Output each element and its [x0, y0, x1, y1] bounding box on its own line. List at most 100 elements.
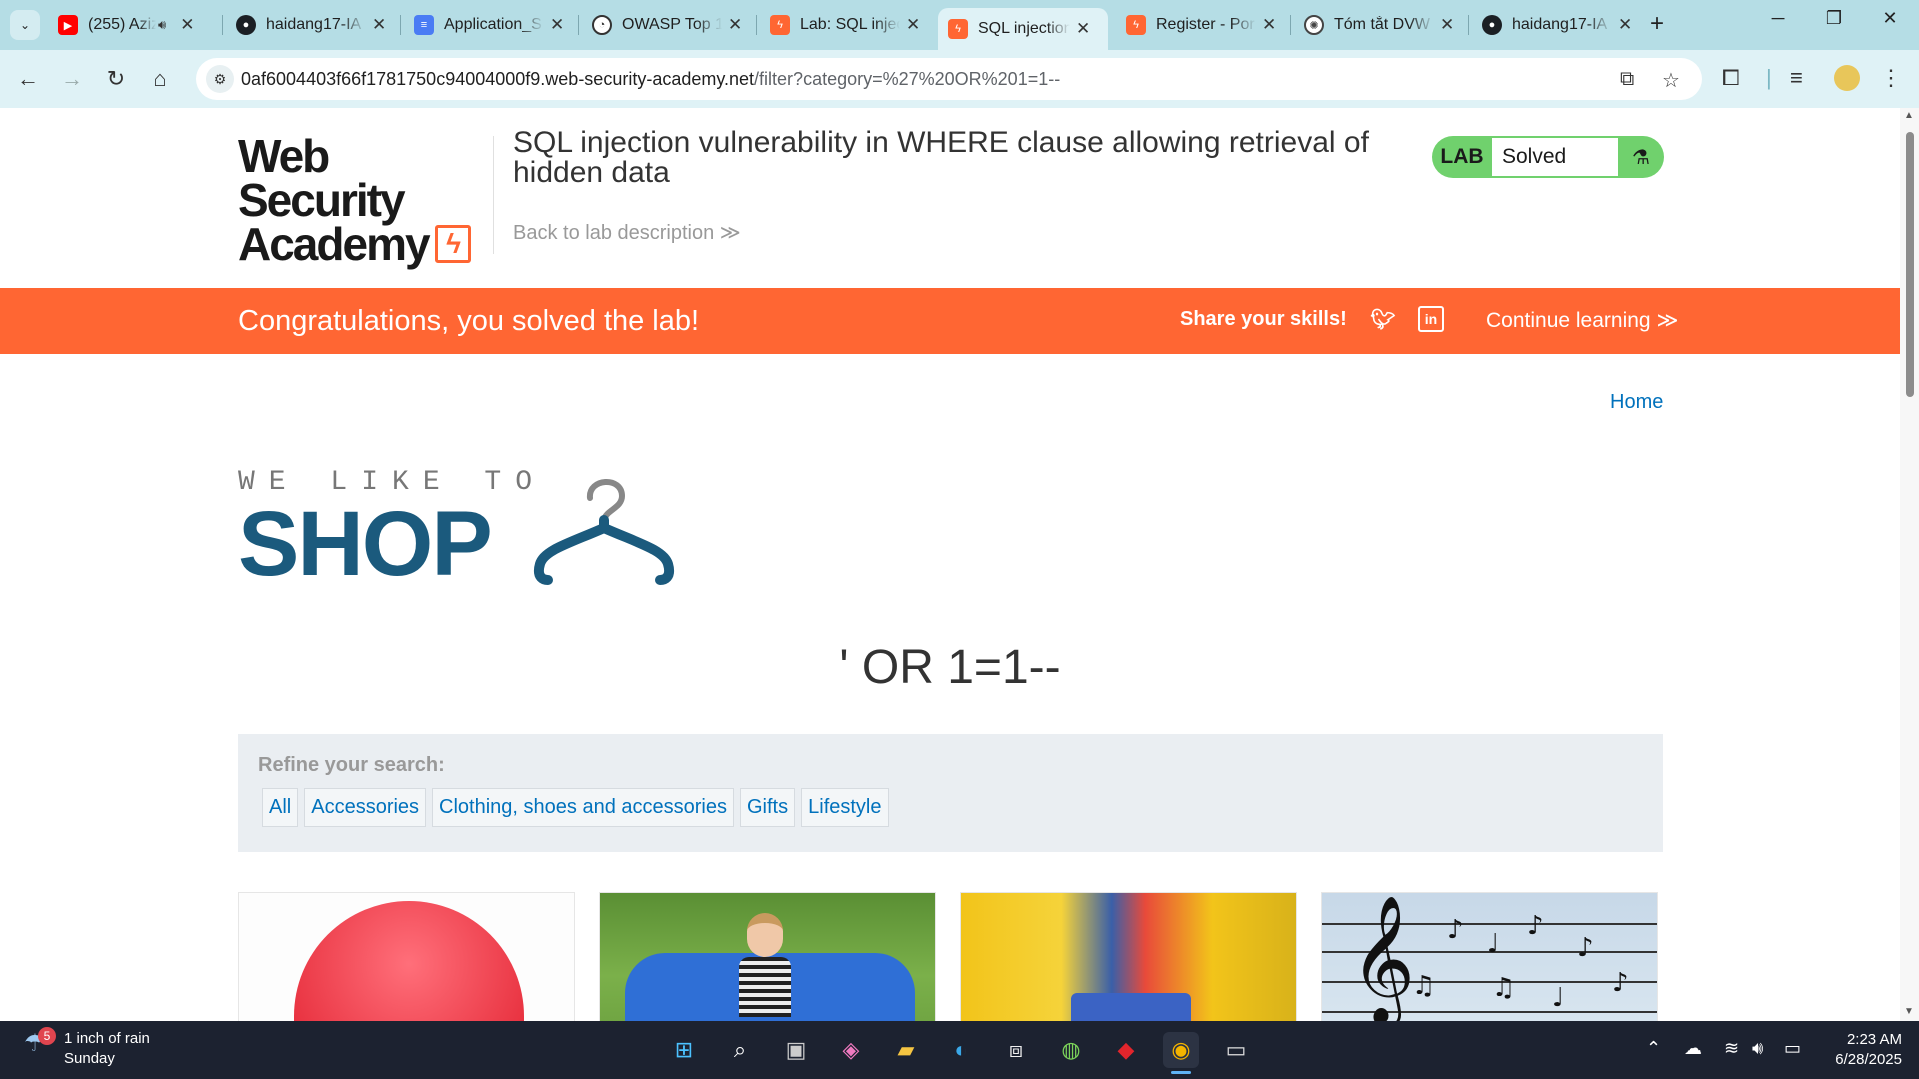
active-app-indicator — [1171, 1071, 1191, 1074]
tab-chatgpt[interactable]: ✺ Tóm tắt DVW ✕ — [1294, 7, 1464, 43]
file-explorer-icon[interactable]: ▰ — [888, 1032, 924, 1068]
chevron-up-icon[interactable]: ⌃ — [1646, 1038, 1661, 1059]
tab-separator — [1468, 15, 1469, 35]
profile-avatar[interactable] — [1834, 65, 1860, 91]
translate-icon[interactable]: ⧉ — [1620, 68, 1634, 91]
tab-close-icon[interactable]: ✕ — [906, 15, 920, 35]
tab-github-1[interactable]: ● haidang17-IA ✕ — [226, 7, 396, 43]
reload-icon[interactable]: ↻ — [100, 63, 132, 95]
web-security-academy-logo[interactable]: Web Security Academy ϟ — [238, 133, 488, 267]
tab-lab-sql[interactable]: ϟ Lab: SQL injec ✕ — [760, 7, 930, 43]
back-arrow-icon[interactable]: ← — [12, 63, 44, 95]
more-menu-icon[interactable]: ⋮ — [1880, 65, 1902, 91]
tab-separator — [400, 15, 401, 35]
url-path: /filter?category=%27%20OR%201=1-- — [754, 69, 1061, 89]
child-shirt — [739, 957, 791, 1017]
tab-label: Tóm tắt DVW — [1334, 16, 1431, 33]
tab-docs[interactable]: ≡ Application_S ✕ — [404, 7, 574, 43]
address-bar[interactable]: ⚙ 0af6004403f66f1781750c94004000f9.web-s… — [196, 58, 1702, 100]
edge-browser-icon[interactable]: ◐ — [943, 1032, 979, 1068]
system-clock[interactable]: 2:23 AM 6/28/2025 — [1822, 1030, 1902, 1070]
tab-label: haidang17-IA — [266, 16, 362, 33]
tab-search-button[interactable]: ⌄ — [10, 10, 40, 40]
tab-owasp[interactable]: ◔ OWASP Top 1 ✕ — [582, 7, 752, 43]
extensions-icon[interactable]: ⧠ — [1722, 65, 1740, 91]
tab-close-icon[interactable]: ✕ — [1440, 15, 1454, 35]
tab-label: haidang17-IA — [1512, 16, 1608, 33]
tab-close-icon[interactable]: ✕ — [372, 15, 386, 35]
product-image-umbrella[interactable] — [238, 892, 575, 1021]
microsoft-store-icon[interactable]: ⧈ — [998, 1032, 1034, 1068]
filter-gifts[interactable]: Gifts — [740, 788, 796, 827]
toolbar-divider: | — [1766, 65, 1772, 90]
search-icon[interactable]: ⌕ — [722, 1032, 758, 1068]
product-image-bouncy-castle[interactable] — [960, 892, 1297, 1021]
filter-clothing[interactable]: Clothing, shoes and accessories — [432, 788, 734, 827]
tab-close-icon[interactable]: ✕ — [550, 15, 564, 35]
new-tab-button[interactable]: + — [1650, 10, 1664, 38]
site-settings-icon[interactable]: ⚙ — [206, 65, 234, 93]
music-note-icon: ♩ — [1552, 983, 1565, 1013]
congratulations-message: Congratulations, you solved the lab! — [238, 305, 700, 337]
owasp-icon: ◔ — [592, 15, 612, 35]
logo-line-2-row: Academy ϟ — [238, 221, 488, 267]
filter-lifestyle[interactable]: Lifestyle — [801, 788, 889, 827]
home-icon[interactable]: ⌂ — [144, 63, 176, 95]
treble-clef-icon: 𝄞 — [1350, 894, 1416, 1021]
scrollbar-thumb[interactable] — [1906, 132, 1914, 397]
bookmark-star-icon[interactable]: ☆ — [1662, 68, 1680, 93]
tab-github-2[interactable]: ● haidang17-IA ✕ — [1472, 7, 1642, 43]
linkedin-icon[interactable]: in — [1418, 306, 1444, 332]
chrome-icon[interactable]: ◉ — [1163, 1032, 1199, 1074]
twitter-icon[interactable]: 🐦︎ — [1370, 306, 1396, 332]
github-icon: ● — [1482, 15, 1502, 35]
product-image-music-notes[interactable]: 𝄞 ♪ ♩ ♪ ♪ ♫ ♫ ♩ ♪ — [1321, 892, 1658, 1021]
media-controls-icon[interactable]: ≡ — [1790, 65, 1803, 91]
page-scrollbar[interactable]: ▲ ▼ — [1900, 108, 1919, 1021]
tab-youtube[interactable]: ▶ (255) Aziz 🔊︎ ✕ — [48, 7, 204, 43]
app-green-icon[interactable]: ◍ — [1053, 1032, 1089, 1068]
docs-icon: ≡ — [414, 15, 434, 35]
volume-icon[interactable]: 🔊︎ — [1752, 1038, 1763, 1059]
tab-close-icon[interactable]: ✕ — [728, 15, 742, 35]
app-red-icon[interactable]: ◆ — [1108, 1032, 1144, 1068]
music-note-icon: ♩ — [1487, 929, 1500, 959]
solved-banner: Congratulations, you solved the lab! Sha… — [0, 288, 1900, 354]
web-page: Web Security Academy ϟ SQL injection vul… — [0, 108, 1900, 1021]
tab-close-icon[interactable]: ✕ — [1262, 15, 1276, 35]
minimize-icon[interactable]: ─ — [1758, 8, 1798, 29]
tab-close-icon[interactable]: ✕ — [1618, 15, 1632, 35]
speaker-icon[interactable]: 🔊︎ — [158, 17, 166, 33]
filter-accessories[interactable]: Accessories — [304, 788, 427, 827]
tab-close-icon[interactable]: ✕ — [1076, 19, 1090, 39]
weather-widget[interactable]: ☂ 5 1 inch of rain Sunday — [24, 1027, 150, 1069]
onedrive-off-icon[interactable]: ☁ — [1684, 1038, 1702, 1059]
product-image-bean-bag[interactable] — [599, 892, 936, 1021]
home-link[interactable]: Home — [1610, 391, 1663, 414]
tab-separator — [756, 15, 757, 35]
music-note-icon: ♪ — [1527, 911, 1544, 941]
url-text[interactable]: 0af6004403f66f1781750c94004000f9.web-sec… — [241, 69, 1060, 90]
task-view-icon[interactable]: ▣ — [778, 1032, 814, 1068]
forward-arrow-icon[interactable]: → — [56, 63, 88, 95]
scroll-up-arrow-icon[interactable]: ▲ — [1904, 110, 1914, 121]
wifi-icon[interactable]: ≋ — [1724, 1038, 1739, 1059]
tab-register[interactable]: ϟ Register - Por ✕ — [1116, 7, 1286, 43]
restore-icon[interactable]: ❐ — [1814, 8, 1854, 29]
continue-learning-link[interactable]: Continue learning ≫ — [1486, 308, 1678, 333]
tab-sql-injection-active[interactable]: ϟ SQL injection ✕ — [938, 8, 1108, 50]
windows-start-icon[interactable]: ⊞ — [666, 1032, 702, 1068]
scroll-down-arrow-icon[interactable]: ▼ — [1904, 1006, 1914, 1017]
battery-icon[interactable]: ▭ — [1784, 1038, 1801, 1059]
close-window-icon[interactable]: ✕ — [1870, 8, 1910, 29]
tab-label: OWASP Top 1 — [622, 16, 722, 33]
filter-all[interactable]: All — [262, 788, 299, 827]
copilot-icon[interactable]: ◈ — [833, 1032, 869, 1068]
we-like-to-shop-logo[interactable]: WE LIKE TO SHOP — [238, 468, 688, 590]
tab-label: SQL injection — [978, 20, 1070, 37]
weather-text: 1 inch of rain Sunday — [64, 1029, 150, 1069]
tab-label: (255) Aziz — [88, 16, 156, 33]
terminal-icon[interactable]: ▭ — [1218, 1032, 1254, 1068]
tab-close-icon[interactable]: ✕ — [180, 15, 194, 35]
back-to-lab-description-link[interactable]: Back to lab description ≫ — [513, 220, 741, 245]
